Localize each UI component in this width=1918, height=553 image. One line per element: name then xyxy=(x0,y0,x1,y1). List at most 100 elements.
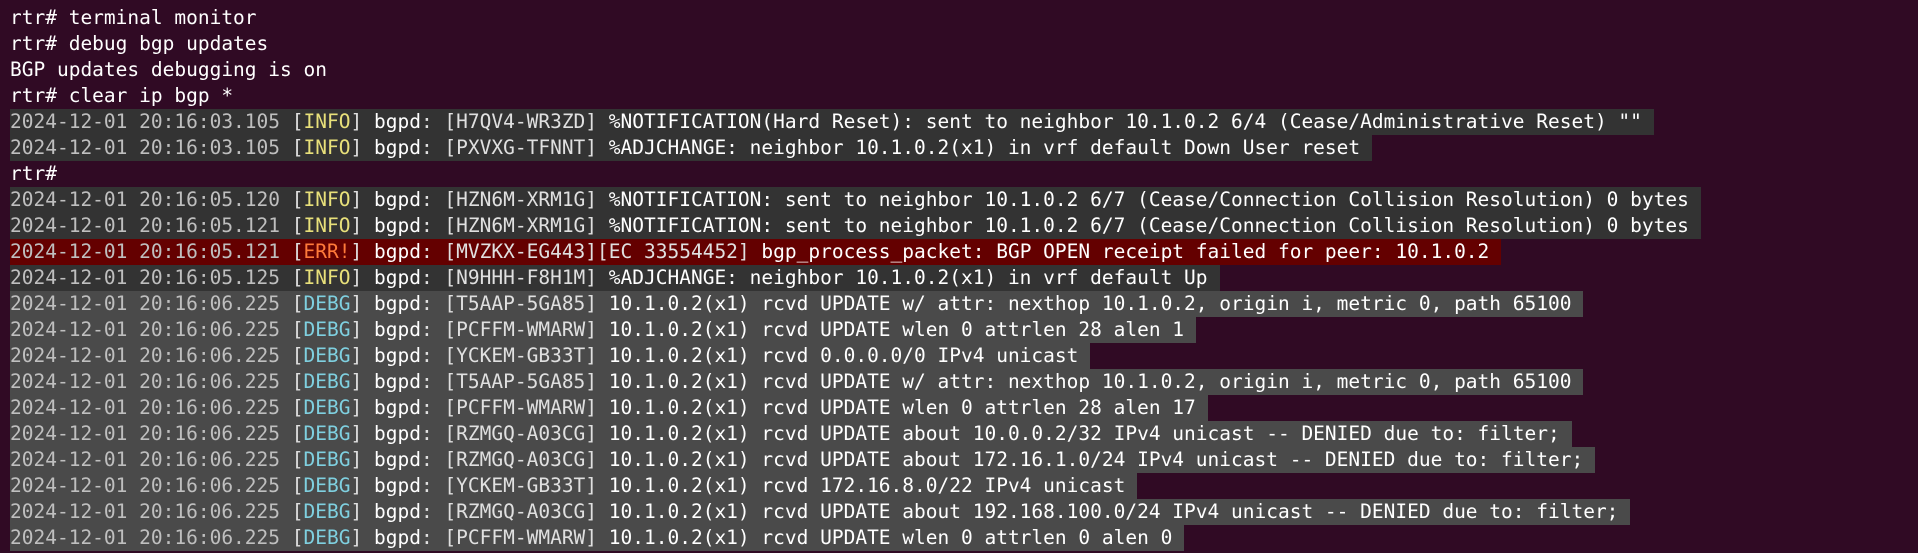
log-process: bgpd xyxy=(373,344,421,367)
bracket: ] xyxy=(350,396,374,419)
bracket: ] xyxy=(350,526,374,549)
prompt-line: rtr# xyxy=(0,161,1918,187)
log-timestamp: 2024-12-01 20:16:05.121 xyxy=(10,214,281,237)
bracket: ] xyxy=(350,240,374,263)
log-line-highlight: 2024-12-01 20:16:03.105 [INFO] bgpd: [H7… xyxy=(10,109,1654,135)
log-level: INFO xyxy=(303,188,351,211)
log-line: 2024-12-01 20:16:06.225 [DEBG] bgpd: [PC… xyxy=(0,317,1918,343)
log-process: bgpd xyxy=(373,500,421,523)
log-line: 2024-12-01 20:16:06.225 [DEBG] bgpd: [YC… xyxy=(0,343,1918,369)
log-line: 2024-12-01 20:16:05.125 [INFO] bgpd: [N9… xyxy=(0,265,1918,291)
bracket: ] xyxy=(350,370,374,393)
log-line: 2024-12-01 20:16:06.225 [DEBG] bgpd: [PC… xyxy=(0,395,1918,421)
prompt-text: rtr# xyxy=(10,162,57,185)
log-tag: [N9HHH-F8H1M] xyxy=(444,266,598,289)
bracket: [ xyxy=(280,214,304,237)
log-line: 2024-12-01 20:16:05.121 [INFO] bgpd: [HZ… xyxy=(0,213,1918,239)
log-line-highlight: 2024-12-01 20:16:05.121 [ERR!] bgpd: [MV… xyxy=(10,239,1502,265)
log-line: 2024-12-01 20:16:06.225 [DEBG] bgpd: [YC… xyxy=(0,473,1918,499)
log-process: bgpd xyxy=(373,136,421,159)
log-tag: [PCFFM-WMARW] xyxy=(444,526,598,549)
log-message: bgp_process_packet: BGP OPEN receipt fai… xyxy=(749,240,1490,263)
log-timestamp: 2024-12-01 20:16:06.225 xyxy=(10,318,281,341)
log-level: INFO xyxy=(303,110,351,133)
log-tag: [RZMGQ-A03CG] xyxy=(444,500,598,523)
prompt-text: rtr# clear ip bgp * xyxy=(10,84,234,107)
prompt-text: BGP updates debugging is on xyxy=(10,58,327,81)
separator: : xyxy=(420,344,445,367)
log-level: DEBG xyxy=(303,422,351,445)
log-line: 2024-12-01 20:16:06.225 [DEBG] bgpd: [T5… xyxy=(0,291,1918,317)
separator: : xyxy=(420,370,445,393)
bracket: [ xyxy=(280,318,304,341)
log-message: 10.1.0.2(x1) rcvd UPDATE wlen 0 attrlen … xyxy=(597,396,1196,419)
separator: : xyxy=(420,448,445,471)
prompt-line: BGP updates debugging is on xyxy=(0,57,1918,83)
log-process: bgpd xyxy=(373,422,421,445)
log-timestamp: 2024-12-01 20:16:05.125 xyxy=(10,266,281,289)
log-process: bgpd xyxy=(373,474,421,497)
log-line-highlight: 2024-12-01 20:16:05.121 [INFO] bgpd: [HZ… xyxy=(10,213,1701,239)
log-line-highlight: 2024-12-01 20:16:06.225 [DEBG] bgpd: [RZ… xyxy=(10,499,1631,525)
separator: : xyxy=(420,214,445,237)
log-level: ERR! xyxy=(303,240,351,263)
bracket: ] xyxy=(350,136,374,159)
bracket: ] xyxy=(350,474,374,497)
bracket: [ xyxy=(280,396,304,419)
log-message: %ADJCHANGE: neighbor 10.1.0.2(x1) in vrf… xyxy=(597,266,1208,289)
bracket: ] xyxy=(350,110,374,133)
log-process: bgpd xyxy=(373,370,421,393)
bracket: ] xyxy=(350,214,374,237)
prompt-text: rtr# debug bgp updates xyxy=(10,32,269,55)
log-process: bgpd xyxy=(373,240,421,263)
log-line-highlight: 2024-12-01 20:16:06.225 [DEBG] bgpd: [RZ… xyxy=(10,447,1596,473)
log-line: 2024-12-01 20:16:03.105 [INFO] bgpd: [PX… xyxy=(0,135,1918,161)
bracket: ] xyxy=(350,344,374,367)
log-tag: [H7QV4-WR3ZD] xyxy=(444,110,598,133)
bracket: [ xyxy=(280,500,304,523)
log-timestamp: 2024-12-01 20:16:06.225 xyxy=(10,500,281,523)
bracket: ] xyxy=(350,448,374,471)
log-message: %ADJCHANGE: neighbor 10.1.0.2(x1) in vrf… xyxy=(597,136,1361,159)
bracket: [ xyxy=(280,266,304,289)
log-level: DEBG xyxy=(303,318,351,341)
log-line-highlight: 2024-12-01 20:16:06.225 [DEBG] bgpd: [YC… xyxy=(10,343,1091,369)
log-line-highlight: 2024-12-01 20:16:06.225 [DEBG] bgpd: [RZ… xyxy=(10,421,1572,447)
log-message: 10.1.0.2(x1) rcvd 172.16.8.0/22 IPv4 uni… xyxy=(597,474,1126,497)
log-timestamp: 2024-12-01 20:16:03.105 xyxy=(10,110,281,133)
bracket: [ xyxy=(280,448,304,471)
bracket: ] xyxy=(350,318,374,341)
separator: : xyxy=(420,422,445,445)
log-message: %NOTIFICATION: sent to neighbor 10.1.0.2… xyxy=(597,188,1689,211)
log-process: bgpd xyxy=(373,266,421,289)
log-line-highlight: 2024-12-01 20:16:06.225 [DEBG] bgpd: [PC… xyxy=(10,525,1185,551)
log-tag: [T5AAP-5GA85] xyxy=(444,370,598,393)
log-message: 10.1.0.2(x1) rcvd UPDATE about 172.16.1.… xyxy=(597,448,1584,471)
bracket: [ xyxy=(280,344,304,367)
separator: : xyxy=(420,240,445,263)
log-level: DEBG xyxy=(303,474,351,497)
log-message: %NOTIFICATION(Hard Reset): sent to neigh… xyxy=(597,110,1642,133)
log-process: bgpd xyxy=(373,188,421,211)
log-timestamp: 2024-12-01 20:16:06.225 xyxy=(10,448,281,471)
log-line-highlight: 2024-12-01 20:16:06.225 [DEBG] bgpd: [T5… xyxy=(10,291,1584,317)
log-tag: [YCKEM-GB33T] xyxy=(444,474,598,497)
log-timestamp: 2024-12-01 20:16:06.225 xyxy=(10,292,281,315)
log-line-highlight: 2024-12-01 20:16:06.225 [DEBG] bgpd: [T5… xyxy=(10,369,1584,395)
log-line-highlight: 2024-12-01 20:16:05.120 [INFO] bgpd: [HZ… xyxy=(10,187,1701,213)
log-line: 2024-12-01 20:16:06.225 [DEBG] bgpd: [PC… xyxy=(0,525,1918,551)
prompt-line: rtr# terminal monitor xyxy=(0,5,1918,31)
terminal-output[interactable]: rtr# terminal monitor rtr# debug bgp upda… xyxy=(0,5,1918,551)
log-timestamp: 2024-12-01 20:16:05.121 xyxy=(10,240,281,263)
bracket: [ xyxy=(280,474,304,497)
bracket: ] xyxy=(350,500,374,523)
log-tag: [MVZKX-EG443][EC 33554452] xyxy=(444,240,750,263)
separator: : xyxy=(420,474,445,497)
separator: : xyxy=(420,188,445,211)
log-line-highlight: 2024-12-01 20:16:06.225 [DEBG] bgpd: [PC… xyxy=(10,317,1197,343)
log-tag: [PXVXG-TFNNT] xyxy=(444,136,598,159)
log-level: DEBG xyxy=(303,500,351,523)
log-tag: [RZMGQ-A03CG] xyxy=(444,448,598,471)
log-timestamp: 2024-12-01 20:16:03.105 xyxy=(10,136,281,159)
log-line: 2024-12-01 20:16:06.225 [DEBG] bgpd: [RZ… xyxy=(0,499,1918,525)
